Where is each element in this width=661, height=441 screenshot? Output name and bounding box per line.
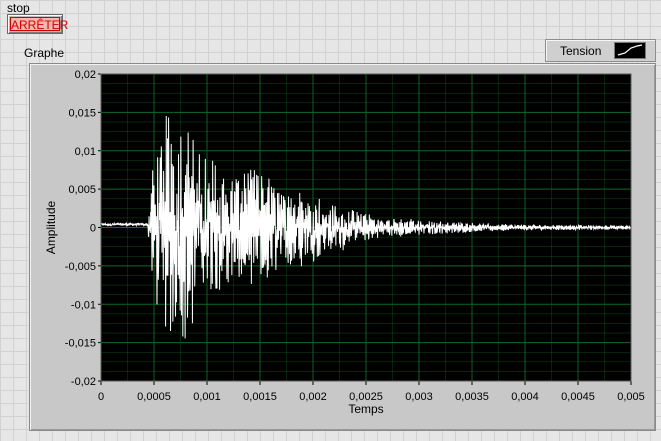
y-axis-title: Amplitude (44, 201, 58, 255)
y-tick-label: 0 (90, 223, 96, 235)
x-tick-label: 0,0015 (243, 391, 277, 403)
x-tick-label: 0,0035 (455, 391, 489, 403)
x-tick-label: 0,003 (405, 391, 433, 403)
x-tick-label: 0,001 (193, 391, 221, 403)
x-tick-label: 0,004 (511, 391, 539, 403)
x-tick-label: 0,0005 (137, 391, 171, 403)
x-tick-label: 0,005 (617, 391, 645, 403)
y-tick-label: 0,005 (68, 184, 96, 196)
y-tick-label: -0,01 (71, 299, 96, 311)
waveform-chart: 0 0,0005 0,001 0,0015 0,002 0,0025 0,003 0,0035… (44, 69, 645, 416)
y-tick-label: -0,02 (71, 376, 96, 388)
y-tick-label: 0,015 (68, 107, 96, 119)
x-tick-label: 0,0045 (561, 391, 595, 403)
x-tick-label: 0,002 (299, 391, 327, 403)
x-axis-title: Temps (348, 402, 383, 416)
y-tick-label: 0,02 (75, 69, 96, 81)
y-tick-label: -0,005 (65, 261, 96, 273)
y-tick-label: 0,01 (75, 146, 96, 158)
y-tick-label: -0,015 (65, 338, 96, 350)
x-tick-label: 0 (98, 391, 104, 403)
